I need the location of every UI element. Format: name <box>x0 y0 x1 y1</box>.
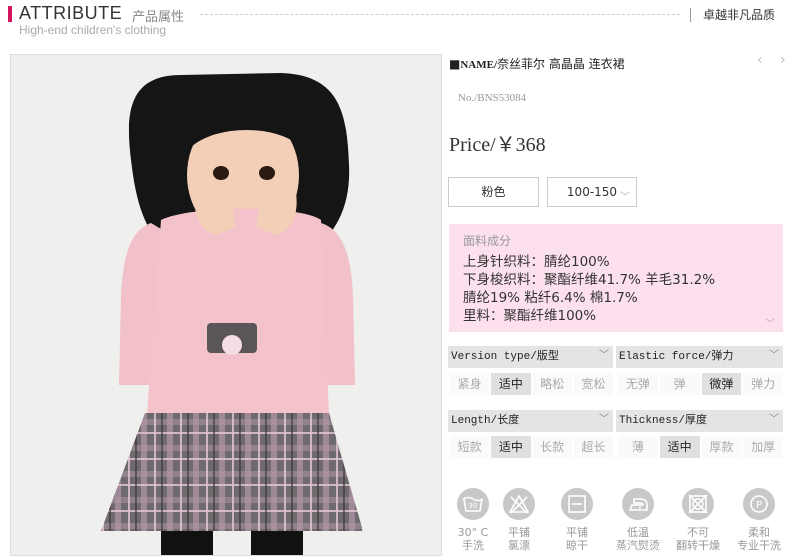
care-label: 平铺 晾干 <box>555 526 599 552</box>
care-item: 不可 翻转干燥 <box>676 488 720 552</box>
next-arrow-icon[interactable]: › <box>780 52 786 68</box>
attr-option: 宽松 <box>573 373 613 395</box>
attr-option: 厚款 <box>701 436 742 458</box>
chevron-down-icon: ﹀ <box>769 351 779 362</box>
product-photo <box>10 54 442 556</box>
attr-option: 短款 <box>450 436 490 458</box>
attr-label: Length/长度 <box>451 415 520 427</box>
attr-version-header: Version type/版型 ﹀ <box>448 346 613 368</box>
care-label: 30° C 手洗 <box>451 526 495 552</box>
product-name: ■NAME/奈丝菲尔 高晶晶 连衣裙 <box>449 57 625 71</box>
no-bleach-icon <box>503 488 535 520</box>
color-option[interactable]: 粉色 <box>448 177 539 207</box>
accent-bar <box>8 6 12 22</box>
attr-option: 无弹 <box>618 373 658 395</box>
care-line: 30° C <box>457 526 489 539</box>
attr-option: 弹 <box>659 373 700 395</box>
care-item: P 柔和 专业干洗 <box>737 488 781 552</box>
care-line: 专业干洗 <box>737 539 781 552</box>
attr-label: Version type/版型 <box>451 351 559 363</box>
attr-option: 加厚 <box>743 436 783 458</box>
dry-clean-mark: P <box>756 500 762 511</box>
chevron-down-icon: ﹀ <box>599 415 609 426</box>
care-line: 手洗 <box>462 539 484 552</box>
attr-option: 超长 <box>573 436 613 458</box>
prev-arrow-icon[interactable]: ‹ <box>757 52 763 68</box>
fabric-line: 腈纶19% 粘纤6.4% 棉1.7% <box>463 290 638 306</box>
care-label: 不可 翻转干燥 <box>676 526 720 552</box>
header-separator <box>690 8 691 22</box>
care-line: 平铺 <box>566 526 588 539</box>
care-line: 翻转干燥 <box>676 539 720 552</box>
attr-option: 薄 <box>618 436 658 458</box>
header-slogan: 卓越非凡品质 <box>703 8 776 22</box>
fabric-line: 里料：聚酯纤维100% <box>463 308 597 324</box>
attr-version-options: 紧身 适中 略松 宽松 <box>450 373 615 395</box>
header-divider <box>200 14 680 15</box>
name-value: 奈丝菲尔 高晶晶 连衣裙 <box>497 57 625 71</box>
wash-temp-mark: 30 <box>469 502 478 510</box>
chevron-down-icon: ﹀ <box>769 415 779 426</box>
care-line: 晾干 <box>566 539 588 552</box>
care-line: 不可 <box>687 526 709 539</box>
care-line: 氯漂 <box>508 539 530 552</box>
care-item: 平铺 晾干 <box>555 488 599 552</box>
iron-low-icon <box>622 488 654 520</box>
attr-option-selected: 适中 <box>491 436 531 458</box>
attr-option-selected: 适中 <box>659 436 700 458</box>
attr-thickness-options: 薄 适中 厚款 加厚 <box>618 436 785 458</box>
care-line: 平铺 <box>508 526 530 539</box>
product-sku: No./BNS53084 <box>458 92 527 104</box>
size-select[interactable]: 100-150 ﹀ <box>547 177 637 207</box>
dry-clean-icon: P <box>743 488 775 520</box>
attr-option-selected: 适中 <box>491 373 531 395</box>
care-label: 柔和 专业干洗 <box>737 526 781 552</box>
care-item: 低温 蒸汽熨烫 <box>616 488 660 552</box>
header-subtitle: High-end children's clothing <box>19 23 167 37</box>
fabric-line: 上身针织料：腈纶100% <box>463 254 610 270</box>
attr-option: 紧身 <box>450 373 490 395</box>
dry-flat-icon <box>561 488 593 520</box>
attr-option: 长款 <box>532 436 572 458</box>
care-item: 平铺 氯漂 <box>497 488 541 552</box>
attr-option: 弹力 <box>743 373 783 395</box>
care-item: 30 30° C 手洗 <box>451 488 495 552</box>
attr-length-header: Length/长度 ﹀ <box>448 410 613 432</box>
care-line: 低温 <box>627 526 649 539</box>
attr-label: Elastic force/弹力 <box>619 351 734 363</box>
care-line: 柔和 <box>748 526 770 539</box>
name-prefix: NAME/ <box>460 59 498 71</box>
chevron-down-icon: ﹀ <box>599 351 609 362</box>
fabric-title: 面料成分 <box>463 234 512 248</box>
care-line: 蒸汽熨烫 <box>616 539 660 552</box>
fabric-line: 下身梭织料：聚酯纤维41.7% 羊毛31.2% <box>463 272 716 288</box>
attr-elastic-header: Elastic force/弹力 ﹀ <box>616 346 783 368</box>
wash-30-icon: 30 <box>457 488 489 520</box>
attr-length-options: 短款 适中 长款 超长 <box>450 436 615 458</box>
attr-label: Thickness/厚度 <box>619 415 708 427</box>
child-dress-illustration <box>11 55 441 555</box>
attr-option: 略松 <box>532 373 572 395</box>
product-price: Price/￥368 <box>449 134 546 156</box>
attr-option-selected: 微弹 <box>701 373 742 395</box>
attr-thickness-header: Thickness/厚度 ﹀ <box>616 410 783 432</box>
care-label: 平铺 氯漂 <box>497 526 541 552</box>
fabric-panel: 面料成分 上身针织料：腈纶100% 下身梭织料：聚酯纤维41.7% 羊毛31.2… <box>449 224 783 332</box>
chevron-down-icon: ﹀ <box>765 319 775 330</box>
care-label: 低温 蒸汽熨烫 <box>616 526 660 552</box>
size-value: 100-150 <box>566 185 618 199</box>
no-tumble-dry-icon <box>682 488 714 520</box>
header: ATTRIBUTE 产品属性 High-end children's cloth… <box>0 0 799 48</box>
header-title: ATTRIBUTE <box>19 3 123 23</box>
attr-elastic-options: 无弹 弹 微弹 弹力 <box>618 373 785 395</box>
chevron-down-icon: ﹀ <box>620 192 630 203</box>
